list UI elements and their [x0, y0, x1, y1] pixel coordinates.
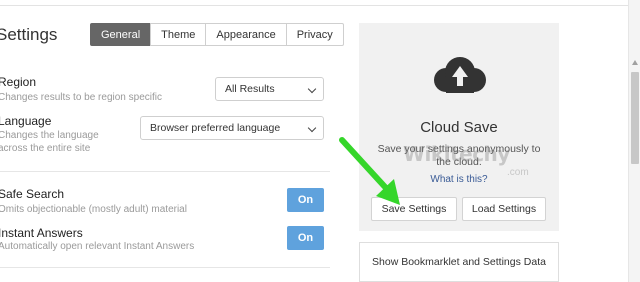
- top-border: [0, 0, 640, 6]
- safe-search-toggle[interactable]: On: [287, 188, 324, 212]
- tab-general[interactable]: General: [90, 23, 152, 46]
- tab-theme[interactable]: Theme: [150, 23, 207, 46]
- vertical-scrollbar[interactable]: [628, 0, 640, 282]
- language-description-line1: Changes the language: [0, 130, 99, 141]
- tab-appearance[interactable]: Appearance: [205, 23, 287, 46]
- region-label: Region: [0, 75, 37, 89]
- page-title: Settings: [0, 25, 58, 44]
- chevron-down-icon: [307, 84, 317, 94]
- chevron-down-icon: [307, 123, 317, 133]
- load-settings-button[interactable]: Load Settings: [462, 197, 546, 221]
- watermark-logo: Wikitechy .com: [403, 142, 529, 178]
- tab-privacy[interactable]: Privacy: [285, 23, 344, 46]
- safe-search-label: Safe Search: [0, 187, 65, 201]
- language-label: Language: [0, 114, 52, 128]
- watermark-text: Wikitechy: [403, 142, 510, 166]
- region-select-value: All Results: [225, 83, 275, 95]
- safe-search-description: Omits objectionable (mostly adult) mater…: [0, 204, 187, 215]
- instant-answers-description: Automatically open relevant Instant Answ…: [0, 241, 195, 252]
- language-description-line2: across the entire site: [0, 143, 91, 154]
- instant-answers-label: Instant Answers: [0, 226, 83, 240]
- language-select[interactable]: Browser preferred language: [140, 116, 324, 140]
- instant-answers-toggle[interactable]: On: [287, 226, 324, 250]
- section-divider: [0, 267, 330, 268]
- scroll-up-arrow-icon[interactable]: [632, 60, 638, 65]
- watermark-suffix: .com: [507, 167, 529, 178]
- scrollbar-thumb[interactable]: [631, 72, 639, 164]
- cloud-upload-icon: [434, 57, 486, 93]
- language-select-value: Browser preferred language: [150, 122, 281, 134]
- green-arrow-icon: [339, 137, 400, 205]
- section-divider: [0, 171, 330, 172]
- show-bookmarklet-button[interactable]: Show Bookmarklet and Settings Data: [359, 242, 559, 282]
- settings-tabs: General Theme Appearance Privacy: [90, 23, 344, 46]
- region-description: Changes results to be region specific: [0, 92, 162, 103]
- region-select[interactable]: All Results: [215, 77, 324, 101]
